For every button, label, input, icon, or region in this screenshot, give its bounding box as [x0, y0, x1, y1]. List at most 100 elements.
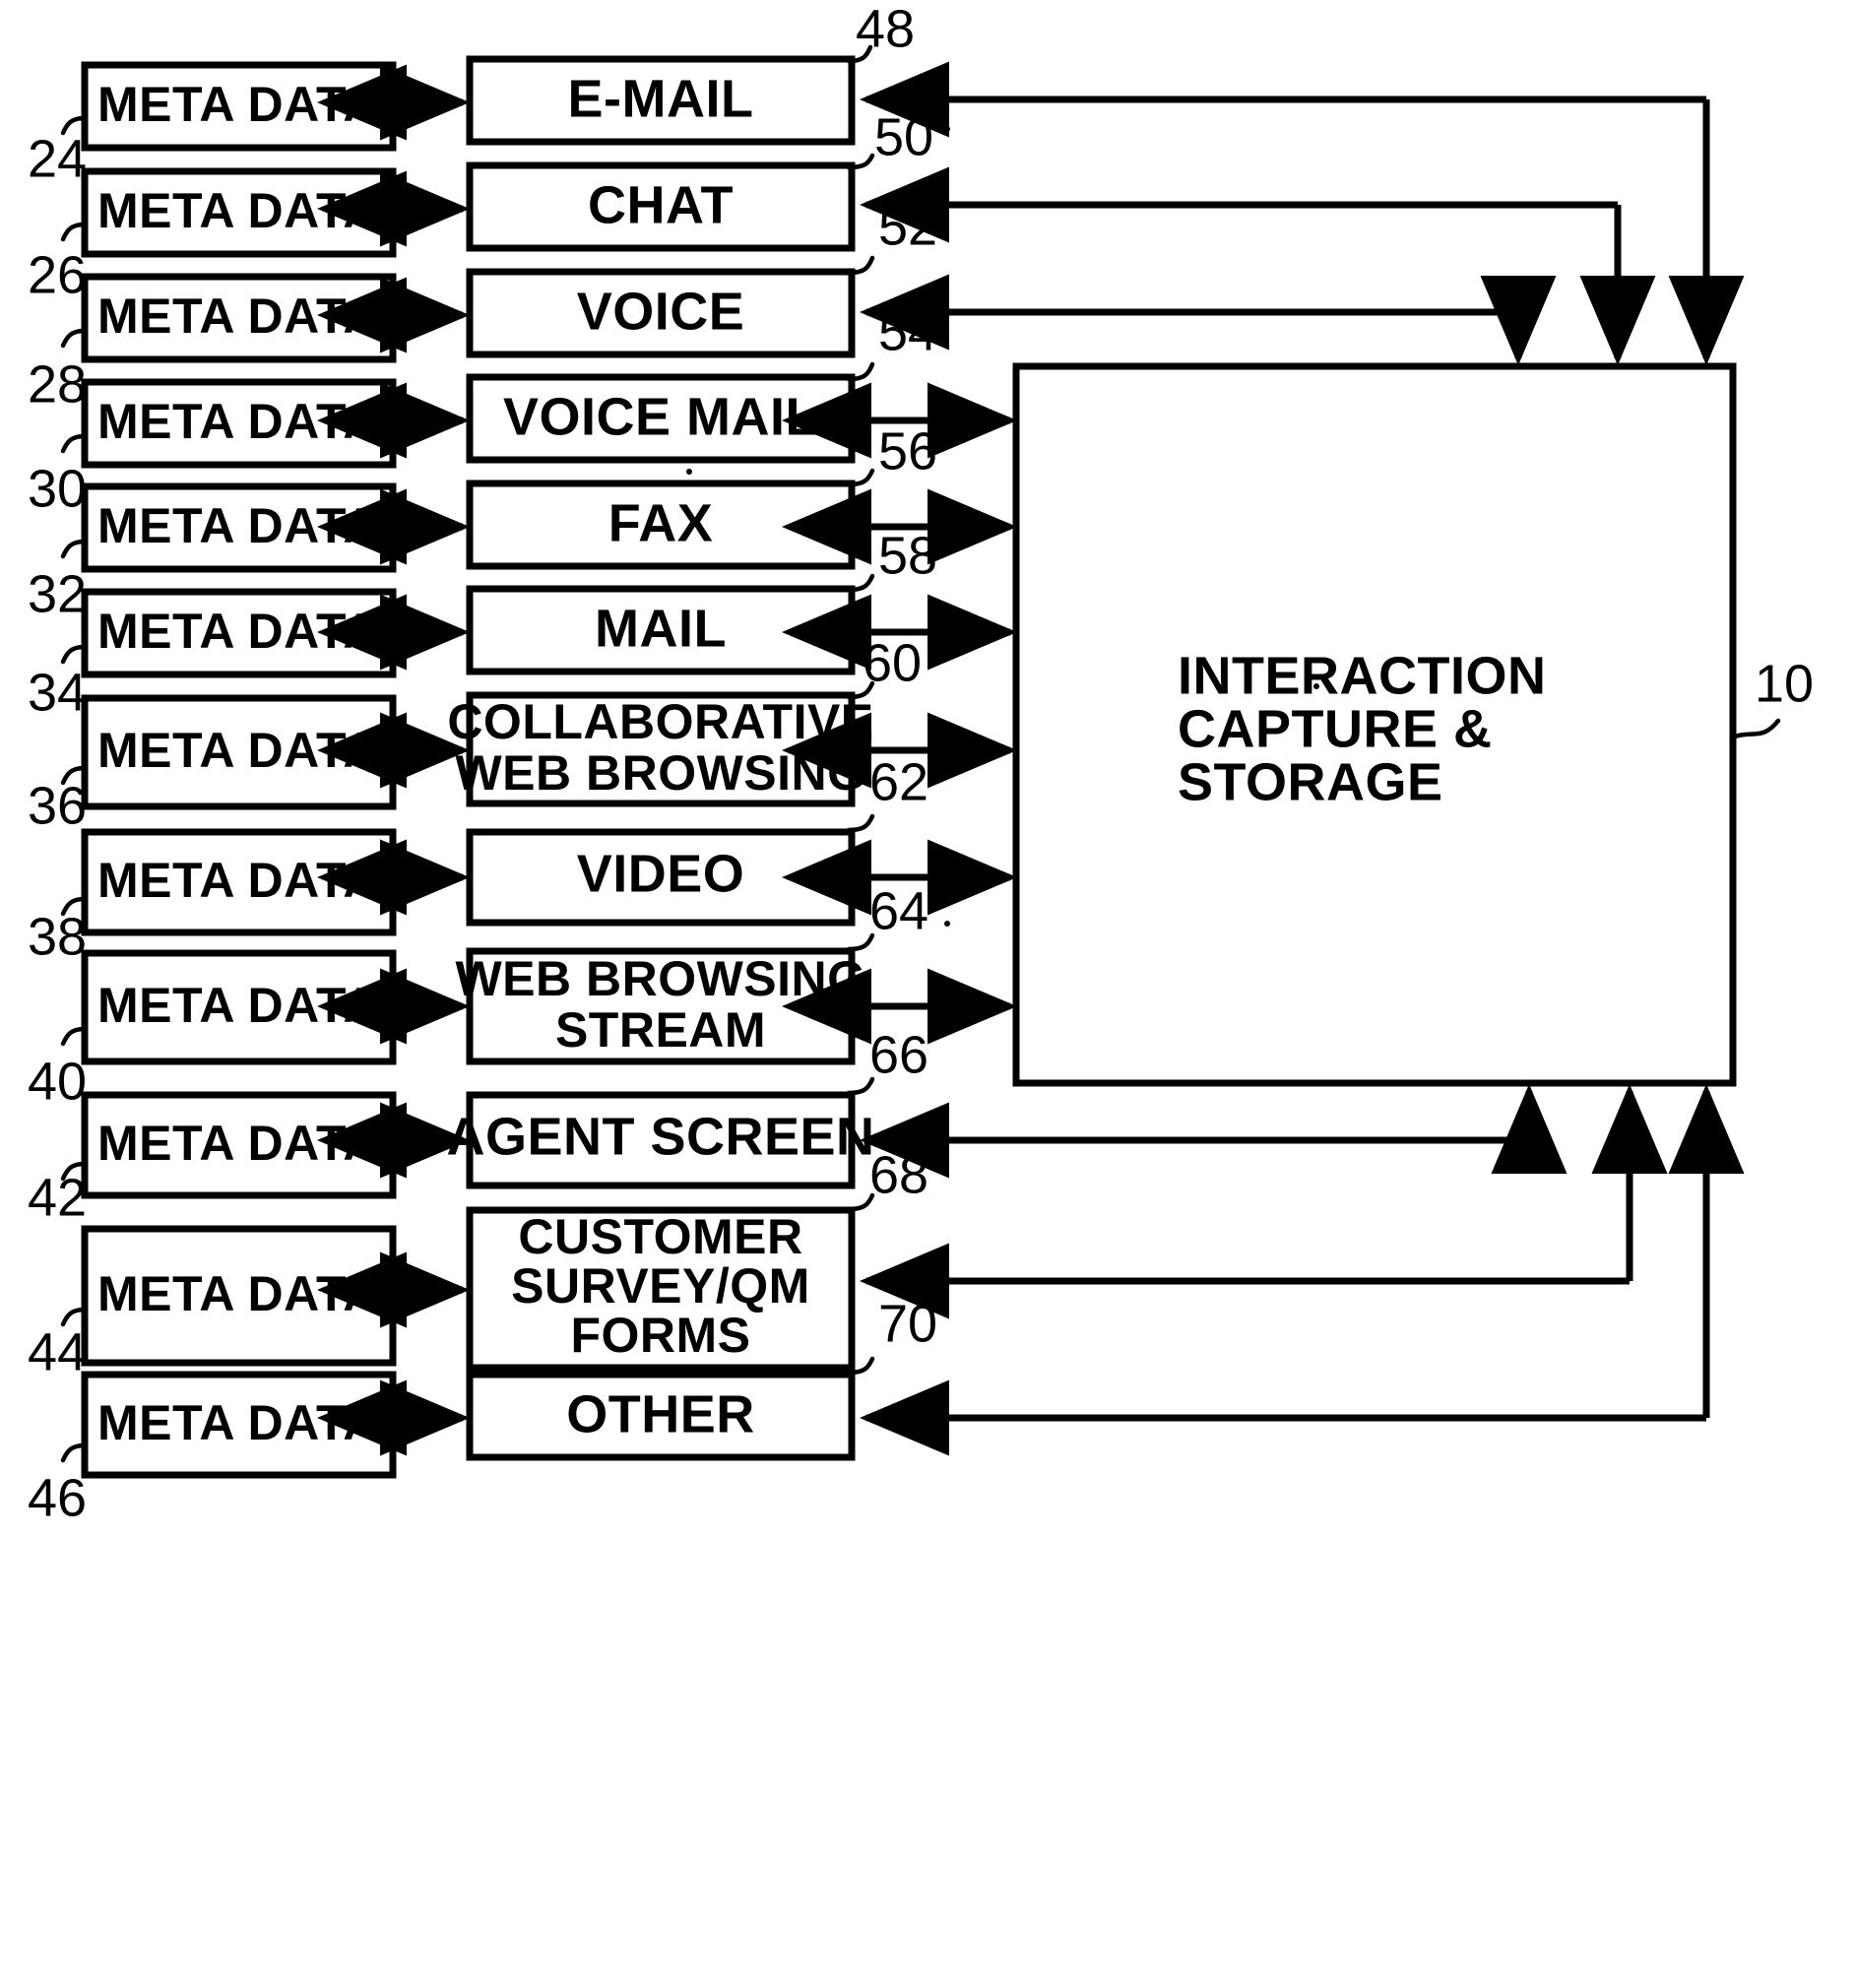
meta-box-32[interactable]: META DATA [81, 482, 397, 573]
channel-box-mail[interactable]: MAIL [466, 585, 856, 675]
leader-10 [1732, 718, 1781, 739]
channel-column: E-MAIL CHAT VOICE VOICE MAIL FAX MAIL CO… [446, 55, 874, 1461]
channel-box-other[interactable]: OTHER [466, 1371, 856, 1461]
central-block-ref-numeral: 10 [1732, 654, 1814, 739]
channel-box-fax-label: FAX [608, 493, 714, 552]
channel-box-other-label: OTHER [566, 1384, 755, 1443]
channel-box-voice-mail[interactable]: VOICE MAIL [466, 373, 856, 464]
ref-32: 32 [28, 564, 87, 623]
central-block-line1: INTERACTION [1178, 646, 1546, 705]
ref-66: 66 [869, 1025, 928, 1084]
scan-dot-2 [686, 469, 692, 475]
meta-box-46[interactable]: META DATA [81, 1371, 397, 1479]
ref-48: 48 [856, 0, 915, 58]
leader-54 [846, 361, 875, 382]
bottom-routed-connectors [860, 1084, 1745, 1456]
leader-56 [846, 468, 875, 487]
meta-box-40-label: META DATA [97, 978, 379, 1033]
channel-box-fax[interactable]: FAX [466, 480, 856, 570]
figure-canvas: META DATA META DATA META DATA META DATA … [0, 0, 1855, 1988]
ref-62: 62 [869, 752, 928, 811]
leader-62 [846, 813, 875, 833]
channel-box-agent-screen[interactable]: AGENT SCREEN [446, 1091, 874, 1189]
meta-ref-numerals: 24 26 28 30 32 34 36 38 40 42 44 46 [28, 115, 88, 1527]
ref-50: 50 [874, 107, 933, 166]
ref-36: 36 [28, 776, 87, 835]
ref-52: 52 [878, 197, 937, 256]
channel-box-survey-line3: FORMS [570, 1308, 750, 1363]
scan-dot-3 [944, 921, 950, 927]
channel-box-wbs-line1: WEB BROWSING [455, 951, 865, 1006]
block-diagram-svg: META DATA META DATA META DATA META DATA … [28, 0, 1814, 1527]
meta-box-30[interactable]: META DATA [81, 378, 397, 469]
channel-box-chat[interactable]: CHAT [466, 161, 856, 252]
channel-box-email-label: E-MAIL [568, 69, 754, 128]
channel-box-voice-mail-label: VOICE MAIL [503, 387, 818, 446]
channel-box-video[interactable]: VIDEO [466, 828, 856, 927]
meta-box-34-label: META DATA [97, 604, 379, 659]
channel-box-collaborative-web-browsing[interactable]: COLLABORATIVE WEB BROWSING [447, 691, 873, 807]
central-block-interaction-capture-storage[interactable]: INTERACTION CAPTURE & STORAGE [1012, 362, 1737, 1087]
meta-box-28[interactable]: META DATA [81, 273, 397, 363]
meta-box-26-label: META DATA [97, 183, 379, 238]
meta-box-30-label: META DATA [97, 394, 379, 449]
meta-box-38[interactable]: META DATA [81, 828, 397, 936]
channel-ref-numerals: 48 50 52 54 56 58 60 62 64 66 68 70 [846, 0, 937, 1376]
central-block-line3: STORAGE [1178, 752, 1443, 811]
meta-box-24[interactable]: META DATA [81, 61, 397, 152]
meta-box-44[interactable]: META DATA [81, 1225, 397, 1367]
ref-28: 28 [28, 354, 87, 414]
channel-box-chat-label: CHAT [588, 175, 734, 234]
ref-34: 34 [28, 663, 87, 722]
ref-56: 56 [878, 421, 937, 481]
channel-box-survey-line2: SURVEY/QM [511, 1258, 810, 1314]
ref-30: 30 [28, 459, 87, 518]
ref-44: 44 [28, 1322, 87, 1381]
ref-46: 46 [28, 1468, 87, 1527]
meta-data-column: META DATA META DATA META DATA META DATA … [81, 61, 397, 1479]
channel-box-survey-line1: CUSTOMER [518, 1209, 802, 1264]
channel-box-voice-label: VOICE [577, 282, 745, 341]
leader-50 [846, 153, 875, 170]
ref-64: 64 [869, 881, 928, 940]
scan-dot-4 [1313, 683, 1319, 689]
meta-box-38-label: META DATA [97, 853, 379, 908]
ref-10: 10 [1755, 654, 1814, 713]
channel-box-email[interactable]: E-MAIL [466, 55, 856, 146]
channel-box-customer-survey-qm-forms[interactable]: CUSTOMER SURVEY/QM FORMS [466, 1206, 856, 1372]
channel-box-video-label: VIDEO [577, 844, 745, 903]
meta-box-36[interactable]: META DATA [81, 694, 397, 810]
scan-dot-1 [944, 126, 950, 132]
ref-26: 26 [28, 245, 87, 304]
meta-box-36-label: META DATA [97, 723, 379, 778]
meta-box-40[interactable]: META DATA [81, 949, 397, 1065]
channel-box-collab-line1: COLLABORATIVE [447, 694, 873, 749]
channel-box-web-browsing-stream[interactable]: WEB BROWSING STREAM [455, 947, 865, 1065]
meta-box-44-label: META DATA [97, 1266, 379, 1321]
leader-58 [846, 573, 875, 593]
meta-box-42-label: META DATA [97, 1116, 379, 1171]
ref-54: 54 [878, 302, 937, 361]
meta-box-32-label: META DATA [97, 498, 379, 553]
meta-box-34[interactable]: META DATA [81, 588, 397, 678]
channel-box-collab-line2: WEB BROWSING [455, 745, 865, 801]
ref-42: 42 [28, 1168, 87, 1227]
channel-box-agent-screen-label: AGENT SCREEN [446, 1107, 874, 1166]
meta-box-28-label: META DATA [97, 289, 379, 344]
leader-52 [846, 255, 875, 276]
ref-68: 68 [869, 1145, 928, 1204]
meta-box-24-label: META DATA [97, 77, 379, 132]
ref-58: 58 [878, 526, 937, 585]
ref-70: 70 [878, 1294, 937, 1353]
meta-to-channel-connectors [317, 64, 470, 1456]
meta-box-26[interactable]: META DATA [81, 167, 397, 258]
channel-box-voice[interactable]: VOICE [466, 268, 856, 358]
ref-38: 38 [28, 907, 87, 966]
ref-40: 40 [28, 1052, 87, 1111]
top-routed-connectors [860, 61, 1745, 365]
channel-box-wbs-line2: STREAM [555, 1002, 766, 1058]
ref-24: 24 [28, 129, 87, 188]
central-block-line2: CAPTURE & [1178, 699, 1493, 758]
meta-box-46-label: META DATA [97, 1395, 379, 1450]
meta-box-42[interactable]: META DATA [81, 1091, 397, 1199]
